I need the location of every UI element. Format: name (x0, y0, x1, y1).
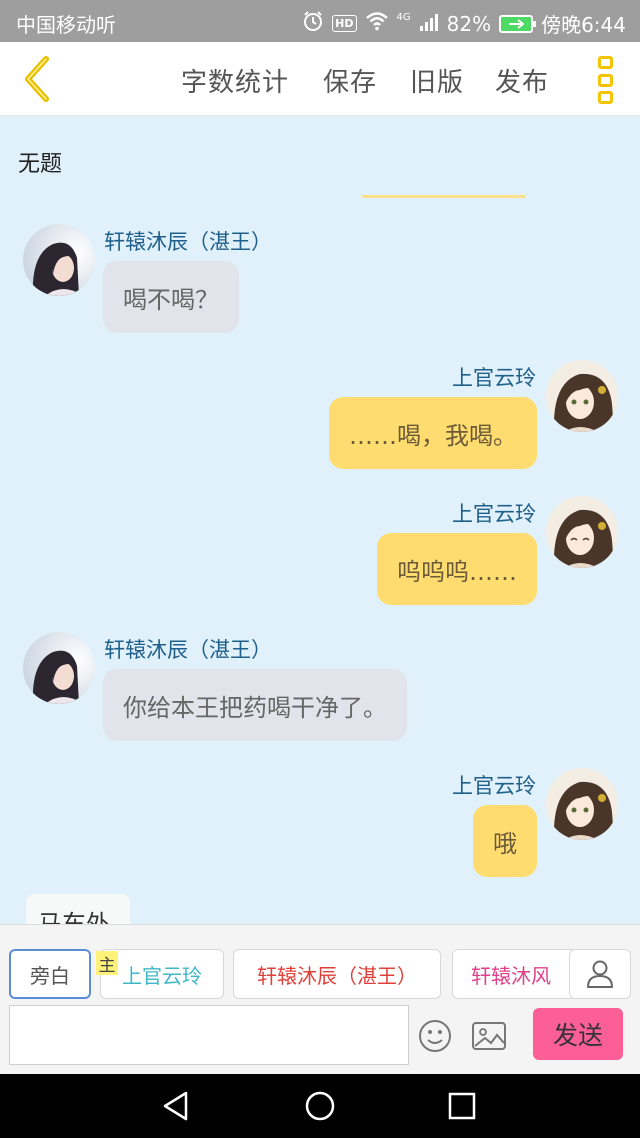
send-button[interactable]: 发送 (533, 1008, 623, 1060)
word-count-button[interactable]: 字数统计 (181, 62, 289, 99)
female-avatar[interactable] (546, 768, 618, 840)
narration-text: 马车外 (38, 910, 110, 924)
female-avatar[interactable] (546, 360, 618, 432)
carrier-name: 中国移动听 (16, 13, 116, 37)
chat-area[interactable]: 无题 轩辕沐辰（湛王） 喝不喝？ 上官云玲 ……喝，我喝。 上官云玲 呜呜呜……… (0, 116, 640, 924)
status-indicators: HD 4G 82% 傍晚6:44 (302, 9, 626, 38)
emoji-icon[interactable] (418, 1019, 452, 1053)
role-tab-shangguan-yunling[interactable]: 上官云玲 (100, 949, 224, 999)
hd-voice-icon: HD (332, 15, 357, 32)
home-circle-icon[interactable] (302, 1088, 338, 1124)
role-tab-narrator[interactable]: 旁白 (9, 949, 91, 999)
message-bubble[interactable]: 喝不喝？ (103, 261, 239, 333)
speaker-name: 轩辕沐辰（湛王） (104, 230, 272, 254)
back-triangle-icon[interactable] (158, 1088, 194, 1124)
wifi-icon (365, 11, 389, 36)
message-bubble[interactable]: 哦 (473, 805, 537, 877)
person-icon (587, 960, 613, 988)
message-text: 喝不喝？ (123, 285, 219, 314)
battery-icon (499, 14, 537, 33)
battery-percent: 82% (446, 11, 492, 36)
editor-header: 字数统计 保存 旧版 发布 (0, 42, 640, 116)
recent-square-icon[interactable] (444, 1088, 480, 1124)
message-bubble[interactable]: 你给本王把药喝干净了。 (103, 669, 407, 741)
status-bar: 中国移动听 HD 4G 82% 傍晚6:44 (0, 0, 640, 42)
network-type: 4G (396, 12, 411, 23)
save-button[interactable]: 保存 (323, 62, 377, 99)
speaker-name: 轩辕沐辰（湛王） (104, 638, 272, 662)
publish-button[interactable]: 发布 (495, 62, 549, 99)
speaker-name: 上官云玲 (452, 774, 536, 798)
message-text: 你给本王把药喝干净了。 (123, 693, 387, 722)
role-label: 上官云玲 (122, 963, 202, 988)
role-label: 轩辕沐辰（湛王） (257, 963, 417, 988)
main-character-badge: 主 (96, 951, 118, 976)
old-version-button[interactable]: 旧版 (410, 62, 464, 99)
male-avatar[interactable] (23, 632, 95, 704)
speaker-name: 上官云玲 (452, 366, 536, 390)
message-text: ……喝，我喝。 (349, 421, 517, 450)
back-button[interactable] (12, 52, 62, 106)
alarm-icon (302, 10, 324, 37)
role-tab-xuanyuan-mufeng[interactable]: 轩辕沐风 (452, 949, 578, 999)
composer-panel: 旁白 上官云玲 主 轩辕沐辰（湛王） 轩辕沐风 发送 (0, 924, 640, 1074)
character-manage-button[interactable] (569, 949, 631, 999)
message-bubble[interactable]: ……喝，我喝。 (329, 397, 537, 469)
chevron-left-icon (25, 56, 49, 102)
more-vertical-icon[interactable] (592, 54, 618, 106)
narration-bubble[interactable]: 马车外 (26, 894, 130, 924)
role-label: 旁白 (30, 963, 70, 988)
story-title[interactable]: 无题 (18, 146, 62, 178)
message-text: 呜呜呜…… (397, 557, 517, 586)
role-label: 轩辕沐风 (471, 963, 551, 988)
role-tab-xuanyuan-muchen[interactable]: 轩辕沐辰（湛王） (233, 949, 441, 999)
male-avatar[interactable] (23, 224, 95, 296)
female-avatar[interactable] (546, 496, 618, 568)
clock: 傍晚6:44 (541, 13, 626, 37)
message-text: 哦 (493, 829, 517, 858)
title-underline (362, 195, 526, 198)
signal-icon (419, 12, 439, 36)
message-bubble[interactable]: 呜呜呜…… (377, 533, 537, 605)
image-icon[interactable] (471, 1021, 507, 1051)
speaker-name: 上官云玲 (452, 502, 536, 526)
system-navigation-bar (0, 1074, 640, 1138)
message-input[interactable] (9, 1005, 409, 1065)
